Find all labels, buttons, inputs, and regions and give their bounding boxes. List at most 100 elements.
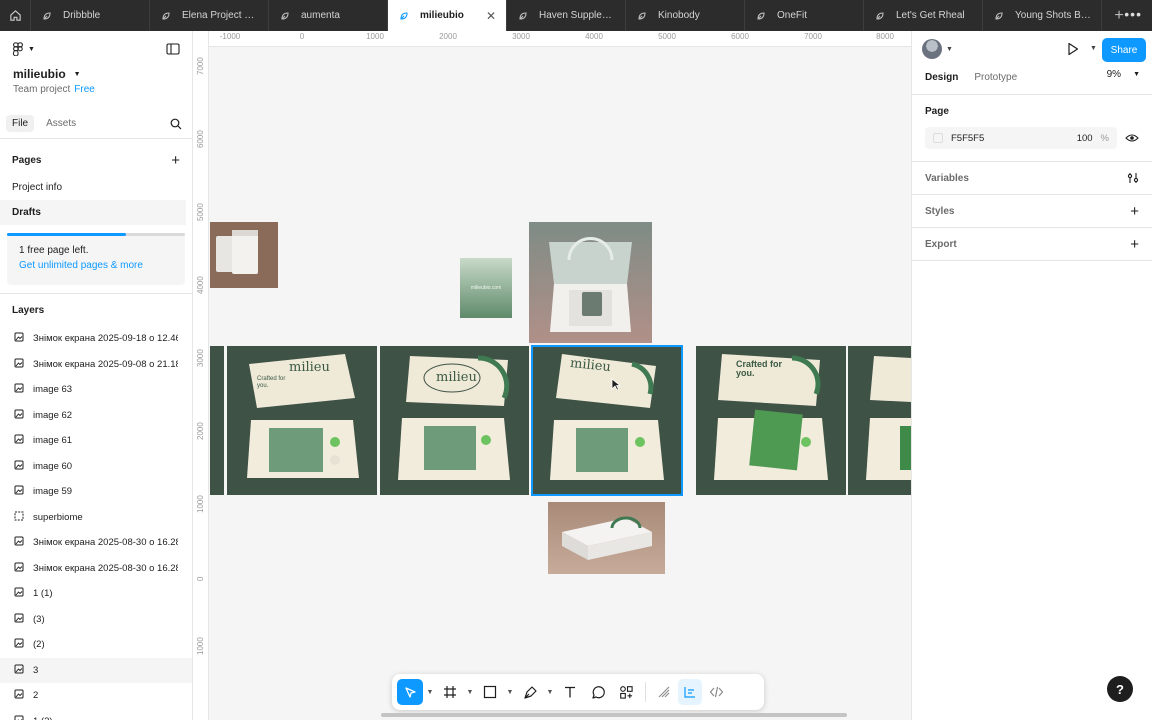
upsell-link[interactable]: Get unlimited pages & more — [19, 260, 143, 271]
chevron-down-icon[interactable]: ▼ — [425, 689, 435, 696]
tab-label: Elena Project Files — [182, 10, 258, 21]
image-tile-1[interactable]: milieu Crafted for you. — [227, 346, 377, 495]
right-panel: ▼ ▼ Share Design Prototype 9% ▼ Page F5F… — [911, 31, 1152, 720]
close-tab-icon[interactable]: ✕ — [486, 9, 496, 23]
search-icon[interactable] — [170, 118, 182, 130]
page-background-row: F5F5F5 100 % — [925, 127, 1139, 149]
tab-young-shots-brand[interactable]: Young Shots Brand — [983, 0, 1102, 31]
styles-row[interactable]: Styles + — [925, 195, 1139, 227]
project-name: milieubio — [13, 67, 66, 81]
layer-item[interactable]: 3 — [0, 657, 192, 683]
zoom-control[interactable]: 9% ▼ — [1107, 69, 1140, 80]
move-tool-button[interactable] — [397, 679, 423, 705]
draw-mode-button[interactable] — [652, 679, 676, 705]
horizontal-scrollbar[interactable] — [381, 713, 847, 717]
eye-icon[interactable] — [1125, 133, 1139, 143]
design-mode-button[interactable] — [678, 679, 702, 705]
image-tile-partial-left[interactable] — [210, 346, 224, 495]
image-open-mailer-box[interactable] — [529, 222, 652, 343]
image-white-box-stack[interactable] — [548, 502, 665, 574]
tab-label: Dribbble — [63, 10, 101, 21]
white-boxes-illustration — [216, 230, 258, 274]
chevron-down-icon[interactable]: ▼ — [465, 689, 475, 696]
tab-design[interactable]: Design — [919, 69, 964, 86]
help-button[interactable]: ? — [1107, 676, 1133, 702]
ruler-left: 7000 6000 5000 4000 3000 2000 1000 0 100… — [193, 31, 209, 720]
more-options-icon[interactable]: ••• — [1124, 6, 1142, 22]
tab-elena-project-files[interactable]: Elena Project Files — [150, 0, 269, 31]
cursor-icon — [611, 378, 621, 391]
tab-kinobody[interactable]: Kinobody — [626, 0, 745, 31]
layer-item[interactable]: Знімок екрана 2025-08-30 о 16.28.10 — [0, 556, 192, 582]
tab-aumenta[interactable]: aumenta — [269, 0, 388, 31]
tab-prototype[interactable]: Prototype — [968, 69, 1023, 86]
layer-item[interactable]: image 62 — [0, 403, 192, 429]
play-icon[interactable] — [1067, 42, 1079, 56]
image-tile-5-partial[interactable] — [848, 346, 911, 495]
tab-file[interactable]: File — [6, 115, 35, 132]
image-icon — [14, 638, 24, 651]
toggle-sidebar-icon[interactable] — [166, 43, 180, 55]
chevron-down-icon[interactable]: ▼ — [946, 46, 953, 53]
home-button[interactable] — [0, 0, 31, 31]
project-name-button[interactable]: milieubio ▼ — [0, 67, 192, 81]
tab-label: OneFit — [777, 10, 808, 21]
tab-onefit[interactable]: OneFit — [745, 0, 864, 31]
color-swatch[interactable] — [933, 133, 943, 143]
chevron-down-icon[interactable]: ▼ — [545, 689, 555, 696]
layer-item[interactable]: image 60 — [0, 454, 192, 480]
page-color-value: F5F5F5 — [951, 132, 985, 144]
chevron-down-icon[interactable]: ▼ — [1090, 45, 1097, 52]
tab-lets-get-rheal[interactable]: Let's Get Rheal — [864, 0, 983, 31]
text-tool-button[interactable] — [557, 679, 583, 705]
dev-mode-button[interactable] — [704, 679, 728, 705]
add-export-icon[interactable]: + — [1130, 236, 1139, 253]
plan-badge[interactable]: Free — [74, 84, 95, 95]
layer-item[interactable]: 1 (1) — [0, 581, 192, 607]
canvas[interactable]: -1000 0 1000 2000 3000 4000 5000 6000 70… — [193, 31, 911, 720]
image-tile-2[interactable]: milieu — [380, 346, 529, 495]
layer-item[interactable]: (2) — [0, 632, 192, 658]
layer-item[interactable]: 2 — [0, 683, 192, 709]
image-tile-4[interactable]: Crafted for you. — [696, 346, 846, 495]
layer-item[interactable]: Знімок екрана 2025-09-08 о 21.18.20 — [0, 352, 192, 378]
pen-tool-button[interactable] — [517, 679, 543, 705]
layer-item[interactable]: image 59 — [0, 479, 192, 505]
zoom-level: 9% — [1106, 69, 1122, 80]
layer-item[interactable]: (3) — [0, 607, 192, 633]
page-item-project-info[interactable]: Project info — [0, 175, 186, 200]
image-green-card[interactable]: milieubio.com — [460, 258, 512, 318]
page-item-drafts[interactable]: Drafts — [0, 200, 186, 225]
add-page-icon[interactable]: + — [171, 152, 180, 169]
tab-assets[interactable]: Assets — [40, 115, 82, 132]
export-row[interactable]: Export + — [925, 228, 1139, 260]
avatar[interactable] — [922, 39, 942, 59]
variables-settings-icon[interactable] — [1127, 172, 1139, 184]
tab-milieubio[interactable]: milieubio ✕ — [388, 0, 507, 31]
ruler-tick: 0 — [196, 576, 205, 581]
layer-item[interactable]: 1 (2) — [0, 709, 192, 720]
chevron-down-icon[interactable]: ▼ — [505, 689, 515, 696]
comment-tool-button[interactable] — [585, 679, 611, 705]
layer-item[interactable]: image 63 — [0, 377, 192, 403]
image-icon — [14, 434, 24, 447]
layer-item[interactable]: superbiome — [0, 505, 192, 531]
page-background-field[interactable]: F5F5F5 100 % — [925, 127, 1117, 149]
resources-tool-button[interactable] — [613, 679, 639, 705]
share-button[interactable]: Share — [1102, 38, 1146, 62]
image-white-boxes[interactable] — [210, 222, 278, 288]
variables-row[interactable]: Variables — [925, 162, 1139, 194]
shape-tool-button[interactable] — [477, 679, 503, 705]
layer-item[interactable]: Знімок екрана 2025-09-18 о 12.46.06 — [0, 326, 192, 352]
frame-tool-button[interactable] — [437, 679, 463, 705]
tab-dribbble[interactable]: Dribbble — [31, 0, 150, 31]
brand-logo: milieu — [436, 370, 477, 385]
add-style-icon[interactable]: + — [1130, 203, 1139, 220]
layer-item[interactable]: image 61 — [0, 428, 192, 454]
tab-haven-supplements[interactable]: Haven Supplements — [507, 0, 626, 31]
layer-item[interactable]: Знімок екрана 2025-08-30 о 16.28.21 — [0, 530, 192, 556]
home-icon — [9, 10, 21, 21]
image-icon — [14, 664, 24, 677]
product-box-illustration — [398, 355, 510, 480]
main-menu-button[interactable]: ▼ — [12, 42, 35, 56]
